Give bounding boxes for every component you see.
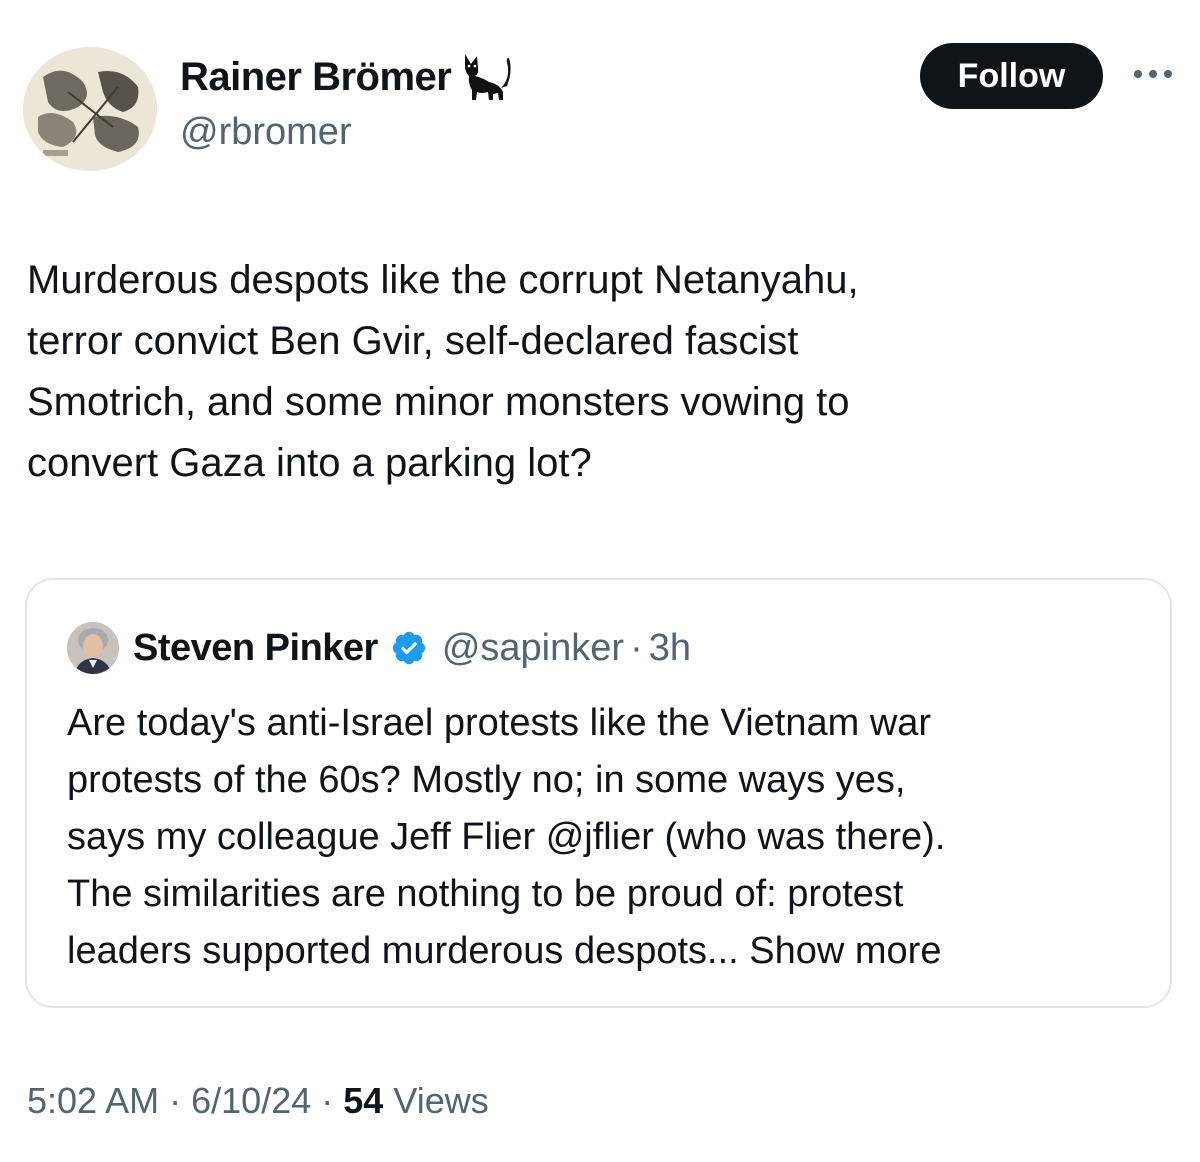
views-label: Views bbox=[393, 1080, 489, 1121]
tweet-time[interactable]: 5:02 AM bbox=[27, 1080, 159, 1121]
tweet-text-line: terror convict Ben Gvir, self-declared f… bbox=[27, 319, 799, 363]
quoted-tweet-card[interactable]: Steven Pinker @sapinker · 3h Are today's… bbox=[25, 578, 1172, 1008]
tweet-date[interactable]: 6/10/24 bbox=[191, 1080, 311, 1121]
quote-text-line: says my colleague Jeff Flier @jflier (wh… bbox=[67, 816, 946, 858]
quote-text-line: Are today's anti-Israel protests like th… bbox=[67, 702, 932, 744]
author-handle[interactable]: @rbromer bbox=[180, 111, 352, 154]
tweet-text: Murderous despots like the corrupt Netan… bbox=[27, 250, 1147, 494]
quote-author-name[interactable]: Steven Pinker bbox=[133, 627, 378, 670]
quote-text-line: The similarities are nothing to be proud… bbox=[67, 873, 904, 915]
quote-separator: · bbox=[630, 626, 643, 669]
meta-separator: · bbox=[169, 1080, 182, 1121]
tweet-text-line: Murderous despots like the corrupt Netan… bbox=[27, 258, 859, 302]
tweet-text-line: convert Gaza into a parking lot? bbox=[27, 441, 592, 485]
follow-button[interactable]: Follow bbox=[920, 43, 1103, 109]
show-more-link[interactable]: Show more bbox=[749, 930, 941, 972]
quote-text-line: leaders supported murderous despots... S… bbox=[67, 923, 1157, 980]
tweet-text-line: Smotrich, and some minor monsters vowing… bbox=[27, 380, 850, 424]
quote-avatar-photo bbox=[67, 622, 119, 674]
quote-text: Are today's anti-Israel protests like th… bbox=[67, 695, 1157, 980]
author-avatar[interactable] bbox=[23, 47, 157, 171]
quote-author-handle[interactable]: @sapinker bbox=[442, 627, 624, 670]
more-horizontal-icon[interactable] bbox=[1130, 62, 1176, 86]
quote-text-line: protests of the 60s? Mostly no; in some … bbox=[67, 759, 906, 801]
author-display-name[interactable]: Rainer Brömer bbox=[180, 52, 517, 102]
cat-icon bbox=[457, 48, 517, 102]
verified-badge-icon bbox=[390, 629, 428, 667]
avatar-illustration bbox=[23, 47, 157, 171]
meta-separator: · bbox=[321, 1080, 334, 1121]
views-count[interactable]: 54 bbox=[343, 1080, 383, 1121]
quote-author-avatar[interactable] bbox=[67, 622, 119, 674]
quote-text-last-line: leaders supported murderous despots... bbox=[67, 930, 739, 972]
author-name-text: Rainer Brömer bbox=[180, 54, 452, 99]
quote-timestamp[interactable]: 3h bbox=[649, 627, 691, 670]
quote-header: Steven Pinker @sapinker · 3h bbox=[133, 622, 691, 674]
tweet-meta: 5:02 AM · 6/10/24 · 54 Views bbox=[27, 1080, 489, 1122]
